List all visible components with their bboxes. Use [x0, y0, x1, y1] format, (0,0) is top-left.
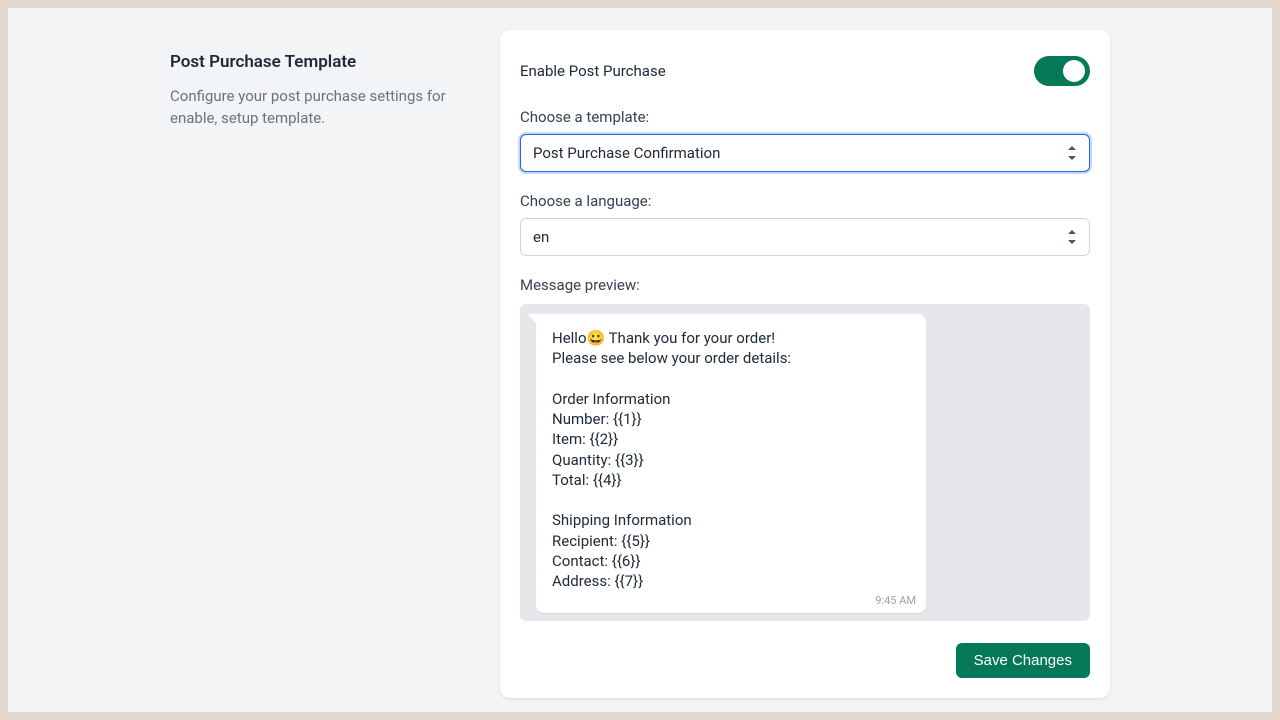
template-label: Choose a template: — [520, 108, 1090, 126]
page-description: Configure your post purchase settings fo… — [170, 86, 480, 130]
language-select[interactable]: en — [520, 218, 1090, 256]
message-preview-area: Hello😀 Thank you for your order! Please … — [520, 304, 1090, 621]
template-select-value: Post Purchase Confirmation — [533, 144, 720, 162]
enable-post-purchase-toggle[interactable] — [1034, 56, 1090, 86]
message-bubble: Hello😀 Thank you for your order! Please … — [536, 314, 926, 613]
language-label: Choose a language: — [520, 192, 1090, 210]
message-preview-label: Message preview: — [520, 276, 1090, 294]
template-select[interactable]: Post Purchase Confirmation — [520, 134, 1090, 172]
save-changes-button[interactable]: Save Changes — [956, 643, 1090, 678]
enable-post-purchase-label: Enable Post Purchase — [520, 62, 666, 80]
settings-card: Enable Post Purchase Choose a template: … — [500, 30, 1110, 698]
message-bubble-text: Hello😀 Thank you for your order! Please … — [552, 328, 910, 591]
page-title: Post Purchase Template — [170, 52, 480, 72]
settings-sidebar: Post Purchase Template Configure your po… — [170, 30, 480, 698]
message-bubble-time: 9:45 AM — [875, 594, 916, 607]
language-select-value: en — [533, 228, 549, 246]
